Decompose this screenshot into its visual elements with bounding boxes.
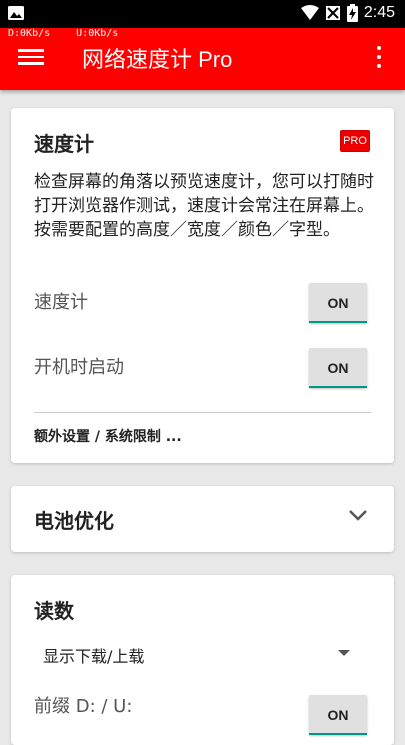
battery-optimization-card[interactable]: 电池优化 [11, 486, 394, 552]
card-title-speedometer: 速度计 [34, 132, 94, 156]
pro-badge: PRO [340, 130, 370, 152]
display-mode-select[interactable]: 显示下载/上载 [43, 643, 144, 667]
image-icon [8, 6, 24, 20]
more-vert-icon [375, 46, 383, 68]
speed-overlay: D:0Kb/s U:0Kb/s [8, 28, 208, 42]
speedometer-toggle-button[interactable]: ON [309, 283, 367, 323]
speedometer-description: 检查屏幕的角落以预览速度计，您可以打随时打开浏览器作测试，速度计会常注在屏幕上。… [34, 172, 374, 240]
speedometer-card: 速度计 PRO 检查屏幕的角落以预览速度计，您可以打随时打开浏览器作测试，速度计… [11, 108, 394, 463]
download-speed: D:0Kb/s [8, 28, 51, 39]
prefix-toggle-button[interactable]: ON [309, 695, 367, 735]
chevron-down-icon[interactable] [348, 508, 368, 522]
speedometer-toggle-label: 速度计 [34, 292, 88, 313]
status-bar: 2:45 [0, 0, 405, 28]
no-sim-icon [325, 6, 340, 20]
app-title: 网络速度计 Pro [82, 47, 233, 72]
extra-settings-link[interactable]: 额外设置 / 系统限制 ... [34, 426, 182, 446]
status-time: 2:45 [363, 4, 395, 21]
card-title-battery: 电池优化 [34, 509, 114, 533]
card-title-reading: 读数 [34, 599, 74, 623]
start-on-boot-toggle-button[interactable]: ON [309, 348, 367, 388]
battery-charging-icon [346, 4, 358, 22]
menu-icon [18, 49, 44, 65]
more-options-button[interactable] [375, 46, 383, 72]
dropdown-arrow-icon[interactable] [338, 650, 350, 656]
menu-button[interactable] [18, 46, 44, 72]
start-on-boot-label: 开机时启动 [34, 357, 124, 378]
divider [34, 412, 371, 413]
prefix-label: 前缀 D: / U: [34, 696, 133, 717]
upload-speed: U:0Kb/s [76, 28, 119, 39]
wifi-icon [300, 5, 319, 20]
